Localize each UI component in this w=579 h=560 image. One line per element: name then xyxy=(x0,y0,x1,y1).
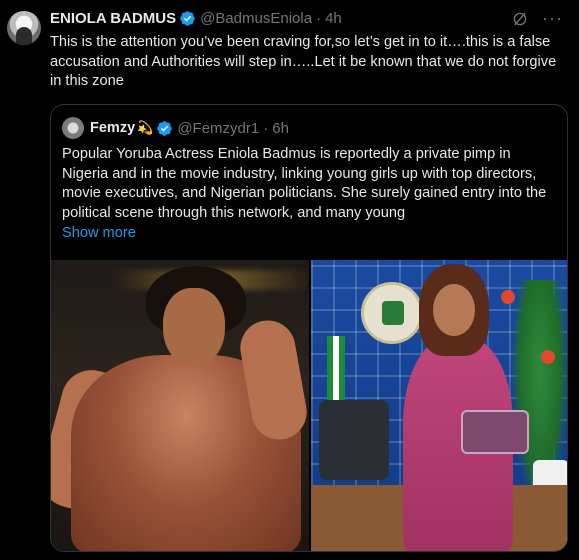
photo-flower xyxy=(501,290,515,304)
quoted-tweet[interactable]: Femzy 💫 @Femzydr1 · 6h Popular Yoruba Ac… xyxy=(50,104,568,552)
media-grid xyxy=(51,260,567,551)
verified-badge-icon xyxy=(180,10,195,26)
photo-left[interactable] xyxy=(51,260,309,551)
tweet-text: This is the attention you’ve been cravin… xyxy=(50,34,557,89)
separator-dot: · xyxy=(316,9,322,27)
tweet-time[interactable]: 4h xyxy=(325,10,342,27)
photo-handbag xyxy=(461,410,529,454)
photo-figure-face xyxy=(433,284,475,336)
verified-badge-icon xyxy=(157,120,173,136)
separator-dot: · xyxy=(263,119,269,137)
grok-icon[interactable] xyxy=(511,10,529,28)
author-name[interactable]: ENIOLA BADMUS xyxy=(50,10,176,27)
photo-figure-face xyxy=(163,288,225,366)
quoted-header: Femzy 💫 @Femzydr1 · 6h xyxy=(90,118,289,138)
quoted-name[interactable]: Femzy xyxy=(90,120,135,136)
photo-chair xyxy=(319,400,389,480)
show-more-link[interactable]: Show more xyxy=(62,225,136,241)
author-handle[interactable]: @BadmusEniola xyxy=(200,10,312,27)
author-avatar[interactable] xyxy=(7,11,41,45)
quoted-handle[interactable]: @Femzydr1 xyxy=(177,120,259,137)
tweet-header: ENIOLA BADMUS @BadmusEniola · 4h ··· xyxy=(50,8,567,28)
house-seal-emblem xyxy=(361,282,423,344)
quoted-avatar[interactable] xyxy=(62,117,84,139)
quoted-text: Popular Yoruba Actress Eniola Badmus is … xyxy=(62,146,547,221)
photo-right[interactable] xyxy=(311,260,567,551)
more-icon[interactable]: ··· xyxy=(542,8,563,29)
tweet[interactable]: ENIOLA BADMUS @BadmusEniola · 4h ··· Thi… xyxy=(0,0,579,560)
quoted-time[interactable]: 6h xyxy=(272,120,289,137)
sparkle-emoji-icon: 💫 xyxy=(137,120,154,135)
